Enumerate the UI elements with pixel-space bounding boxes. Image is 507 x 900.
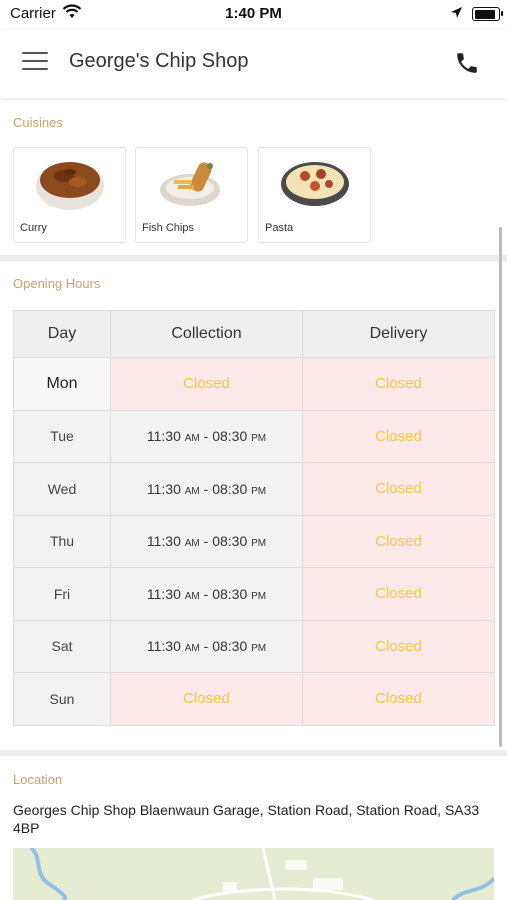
table-row: Thu 11:30 AM - 08:30 PM Closed: [13, 514, 495, 568]
location-title: Location: [13, 772, 63, 787]
cuisine-label: Fish Chips: [142, 222, 194, 234]
delivery-cell: Closed: [302, 462, 495, 516]
day-cell: Tue: [13, 409, 111, 463]
curry-bowl-icon: [34, 152, 106, 212]
location-map[interactable]: [13, 848, 494, 900]
table-header-row: Day Collection Delivery: [13, 310, 495, 358]
collection-cell: 11:30 AM - 08:30 PM: [110, 409, 303, 463]
opening-hours-table: Day Collection Delivery Mon Closed Close…: [13, 310, 495, 726]
collection-cell: Closed: [110, 672, 303, 726]
day-cell: Mon: [13, 357, 111, 411]
cuisine-label: Curry: [20, 222, 47, 234]
nav-bar: George's Chip Shop: [0, 30, 507, 98]
delivery-cell: Closed: [302, 567, 495, 621]
status-time: 1:40 PM: [225, 5, 282, 22]
day-cell: Sat: [13, 619, 111, 673]
day-cell: Wed: [13, 462, 111, 516]
table-row: Sun Closed Closed: [13, 672, 495, 726]
delivery-cell: Closed: [302, 619, 495, 673]
column-header-delivery: Delivery: [302, 310, 495, 358]
address-text: Georges Chip Shop Blaenwaun Garage, Stat…: [13, 802, 480, 836]
collection-cell: Closed: [110, 357, 303, 411]
day-cell: Thu: [13, 514, 111, 568]
column-header-day: Day: [13, 310, 111, 358]
delivery-cell: Closed: [302, 409, 495, 463]
page-title: George's Chip Shop: [69, 50, 249, 72]
opening-hours-title: Opening Hours: [13, 276, 101, 291]
phone-icon[interactable]: [454, 50, 480, 81]
fish-chips-plate-icon: [156, 152, 228, 212]
column-header-collection: Collection: [110, 310, 303, 358]
collection-cell: 11:30 AM - 08:30 PM: [110, 619, 303, 673]
collection-cell: 11:30 AM - 08:30 PM: [110, 462, 303, 516]
collection-cell: 11:30 AM - 08:30 PM: [110, 567, 303, 621]
cuisine-card-pasta[interactable]: Pasta: [258, 147, 371, 243]
table-row: Mon Closed Closed: [13, 357, 495, 411]
section-divider: [0, 750, 507, 756]
battery-icon: [472, 7, 503, 21]
status-bar: Carrier 1:40 PM: [0, 0, 507, 30]
table-row: Tue 11:30 AM - 08:30 PM Closed: [13, 409, 495, 463]
cuisine-card-fish-chips[interactable]: Fish Chips: [135, 147, 248, 243]
day-cell: Sun: [13, 672, 111, 726]
cuisines-title: Cuisines: [13, 115, 63, 130]
day-cell: Fri: [13, 567, 111, 621]
scrollbar[interactable]: [499, 227, 502, 747]
cuisine-label: Pasta: [265, 222, 294, 234]
pasta-bowl-icon: [279, 152, 351, 212]
menu-icon[interactable]: [22, 52, 48, 72]
section-divider: [0, 255, 507, 261]
table-row: Fri 11:30 AM - 08:30 PM Closed: [13, 567, 495, 621]
delivery-cell: Closed: [302, 514, 495, 568]
delivery-cell: Closed: [302, 357, 495, 411]
location-arrow-icon: [450, 6, 463, 23]
table-row: Sat 11:30 AM - 08:30 PM Closed: [13, 619, 495, 673]
delivery-cell: Closed: [302, 672, 495, 726]
collection-cell: 11:30 AM - 08:30 PM: [110, 514, 303, 568]
table-row: Wed 11:30 AM - 08:30 PM Closed: [13, 462, 495, 516]
cuisine-card-curry[interactable]: Curry: [13, 147, 126, 243]
